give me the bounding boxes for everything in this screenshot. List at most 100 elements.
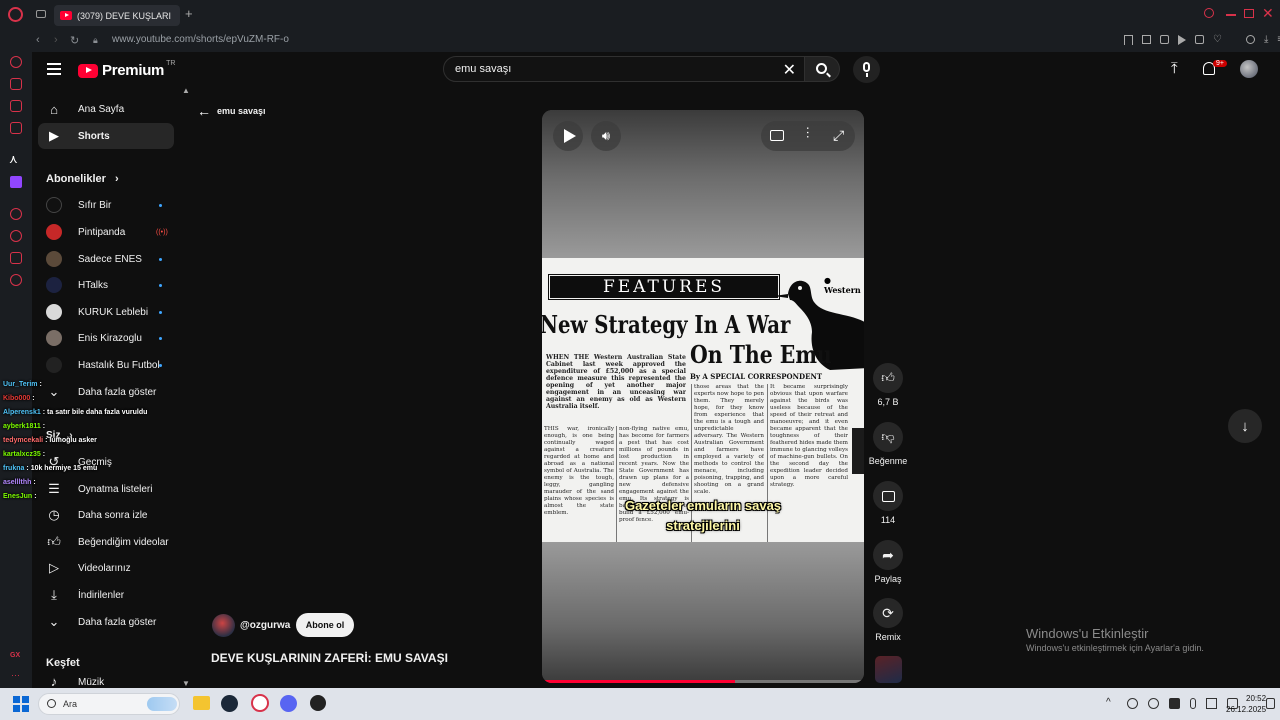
sidebar-icon-4[interactable]: [10, 122, 22, 134]
sidebar-item-hastalik-bu-futbol[interactable]: Hastalık Bu Futbol: [38, 352, 174, 378]
voice-search-button[interactable]: [853, 56, 880, 83]
account-avatar[interactable]: [1240, 60, 1258, 78]
tray-sync-icon[interactable]: [1127, 698, 1138, 709]
sidebar-item-music[interactable]: ♪ Müzik: [38, 675, 174, 688]
maximize-icon[interactable]: [1244, 9, 1254, 18]
back-to-search[interactable]: ← emu savaşı: [197, 103, 266, 119]
clear-search-icon[interactable]: ✕: [783, 60, 796, 80]
back-icon[interactable]: ‹: [36, 34, 40, 46]
upload-icon[interactable]: ⤒: [1171, 60, 1178, 77]
tray-mic-icon[interactable]: [1190, 698, 1196, 709]
more-options-icon[interactable]: ···: [801, 126, 816, 139]
sidebar-item-playlists[interactable]: ☰ Oynatma listeleri: [38, 476, 174, 502]
next-video-button[interactable]: ↓: [1228, 409, 1262, 443]
share-button[interactable]: ➦: [873, 540, 903, 570]
sidebar-item-pintipanda[interactable]: Pintipanda ((•)): [38, 219, 174, 245]
app-icon[interactable]: [310, 695, 326, 711]
search-box[interactable]: emu savaşı ✕: [443, 56, 805, 82]
sidebar-scroll-up-icon[interactable]: ▲: [182, 86, 190, 95]
sidebar-scroll-down-icon[interactable]: ▼: [182, 679, 190, 688]
comments-button[interactable]: [873, 481, 903, 511]
minimize-icon[interactable]: [1226, 14, 1236, 16]
sidebar-icon-7[interactable]: [10, 230, 22, 242]
sidebar-icon-2[interactable]: [10, 78, 22, 90]
taskbar-clock[interactable]: 20:52 26.12.2025: [1226, 693, 1266, 715]
sidebar-item-liked-videos[interactable]: 👍︎ Beğendiğim videolar: [38, 529, 174, 555]
subscriptions-header[interactable]: Abonelikler ›: [46, 173, 119, 185]
sidebar-icon-5[interactable]: ⋏: [9, 152, 18, 166]
file-explorer-icon[interactable]: [193, 696, 210, 710]
youtube-favicon-icon: [60, 11, 72, 20]
sidebar-icon-8[interactable]: [10, 252, 22, 264]
search-button[interactable]: [805, 56, 840, 82]
sidebar-show-more-you[interactable]: ⌄ Daha fazla göster: [38, 609, 174, 635]
sidebar-item-watch-later[interactable]: ◷ Daha sonra izle: [38, 502, 174, 528]
channel-handle[interactable]: @ozgurwa: [240, 620, 290, 631]
sidebar-icon-gx[interactable]: GX: [10, 652, 20, 659]
url-field[interactable]: www.youtube.com/shorts/epVuZM-RF-o: [112, 34, 289, 45]
snapshot-icon[interactable]: [1142, 35, 1151, 44]
sidebar-icon-6[interactable]: [10, 208, 22, 220]
windows-start-icon[interactable]: [13, 696, 29, 712]
download-bar-icon[interactable]: ⤓: [1264, 35, 1268, 45]
taskbar-search[interactable]: Ara: [38, 693, 180, 715]
new-tab-icon[interactable]: +: [185, 6, 193, 21]
tray-app-icon[interactable]: [1169, 698, 1180, 709]
channel-avatar[interactable]: [212, 614, 235, 637]
player-icon[interactable]: [1178, 35, 1186, 45]
browser-tab-active[interactable]: (3079) DEVE KUŞLARI: [54, 5, 180, 26]
sidebar-item-sifir-bir[interactable]: Sıfır Bir: [38, 192, 174, 218]
sidebar-item-home[interactable]: ⌂ Ana Sayfa: [38, 96, 174, 122]
discord-icon[interactable]: [280, 695, 297, 712]
sidebar-more-icon[interactable]: ···: [11, 670, 20, 680]
sidebar-item-kuruk-leblebi[interactable]: KURUK Leblebi: [38, 299, 174, 325]
sidebar-show-more-subs[interactable]: ⌄ Daha fazla göster: [38, 379, 174, 405]
settings-icon[interactable]: [10, 274, 22, 286]
tray-network-icon[interactable]: [1206, 698, 1217, 709]
twitch-icon[interactable]: [10, 176, 22, 188]
reload-icon[interactable]: ↻: [70, 34, 79, 47]
heart-icon[interactable]: ♡: [1213, 35, 1222, 45]
sidebar-item-shorts[interactable]: ▶ Shorts: [38, 123, 174, 149]
subscribe-button[interactable]: Abone ol: [296, 613, 354, 637]
search-tabs-icon[interactable]: [1204, 8, 1214, 18]
steam-icon[interactable]: [221, 695, 238, 712]
guide-menu-icon[interactable]: [47, 63, 61, 75]
sidebar-item-enis-kirazoglu[interactable]: Enis Kirazoglu: [38, 325, 174, 351]
forward-icon[interactable]: ›: [54, 34, 58, 46]
tray-cloud-icon[interactable]: [1148, 698, 1159, 709]
sidebar-item-your-videos[interactable]: ▷ Videolarınız: [38, 555, 174, 581]
youtube-premium-logo[interactable]: Premium TR: [78, 60, 177, 79]
volume-button[interactable]: 🔊︎: [591, 121, 621, 151]
like-button[interactable]: 👍︎: [873, 363, 903, 393]
shorts-video-player[interactable]: FEATURES ● Western New Strategy In A War…: [542, 110, 864, 683]
notification-center-icon[interactable]: [1266, 698, 1275, 709]
captions-icon[interactable]: [770, 130, 784, 141]
search-input[interactable]: emu savaşı: [455, 63, 511, 75]
remix-button[interactable]: ⟳: [873, 598, 903, 628]
sidebar-icon-3[interactable]: [10, 100, 22, 112]
opera-logo-icon[interactable]: [8, 7, 23, 22]
share-action[interactable]: ➦ Paylaş: [872, 540, 904, 584]
vpn-icon[interactable]: [1160, 35, 1169, 44]
opera-gx-taskbar-icon[interactable]: [251, 694, 269, 712]
remix-action[interactable]: ⟳ Remix: [872, 598, 904, 642]
wallet-icon[interactable]: [1195, 35, 1204, 44]
sound-thumbnail[interactable]: [875, 656, 902, 683]
dislike-button[interactable]: 👎︎: [873, 422, 903, 452]
sidebar-icon-1[interactable]: [10, 56, 22, 68]
dislike-action[interactable]: 👎︎ Beğenme: [869, 422, 907, 466]
sidebar-item-sadece-enes[interactable]: Sadece ENES: [38, 246, 174, 272]
comments-action[interactable]: 114: [872, 481, 904, 525]
video-progress-bar[interactable]: [542, 680, 864, 683]
close-window-icon[interactable]: ✕: [1262, 5, 1274, 22]
tray-chevron-icon[interactable]: ^: [1106, 697, 1111, 708]
play-button[interactable]: [553, 121, 583, 151]
tab-overview-icon[interactable]: [36, 10, 46, 18]
bookmark-icon[interactable]: [1124, 35, 1133, 45]
fullscreen-icon[interactable]: ⤢: [833, 127, 844, 144]
like-action[interactable]: 👍︎ 6,7 B: [872, 363, 904, 407]
sidebar-item-downloads[interactable]: ⤓ İndirilenler: [38, 582, 174, 608]
account-icon[interactable]: [1245, 35, 1255, 44]
sidebar-item-htalks[interactable]: HTalks: [38, 272, 174, 298]
